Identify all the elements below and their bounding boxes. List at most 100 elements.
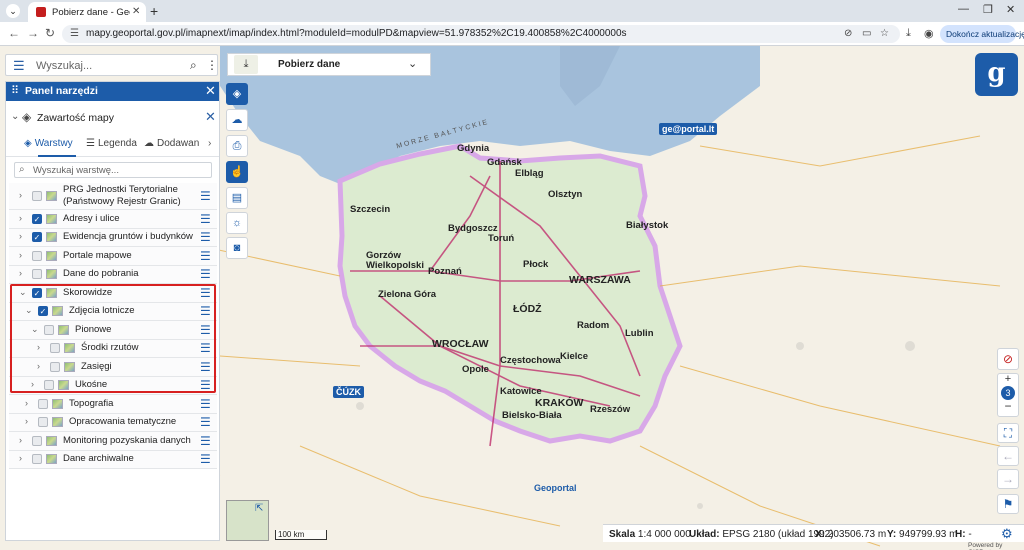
- layer-menu-icon[interactable]: ☰: [200, 189, 211, 203]
- layer-row[interactable]: › Topografia ☰: [9, 395, 217, 414]
- chevron-right-icon[interactable]: ›: [19, 268, 22, 278]
- close-content-icon[interactable]: ✕: [205, 109, 216, 125]
- chevron-right-icon[interactable]: ›: [19, 453, 22, 463]
- hand-tool-icon[interactable]: ☝: [226, 161, 248, 183]
- geoportal-logo[interactable]: g: [975, 53, 1018, 96]
- map-label-zielona-gora: Zielona Góra: [378, 289, 437, 300]
- no-location-icon[interactable]: ⊘: [997, 348, 1019, 370]
- layer-checkbox[interactable]: ✓: [32, 213, 42, 224]
- bookmark-star-icon[interactable]: ☆: [880, 28, 889, 39]
- layer-menu-icon[interactable]: ☰: [200, 267, 211, 281]
- layers-tool-icon[interactable]: ◈: [226, 83, 248, 105]
- tab-add[interactable]: ☁ Dodawan: [144, 138, 202, 149]
- download-dropdown[interactable]: ⤓ Pobierz dane ⌄: [227, 53, 431, 76]
- layer-checkbox[interactable]: [32, 191, 42, 201]
- layer-checkbox[interactable]: [38, 398, 48, 409]
- layer-row[interactable]: › Dane do pobrania ☰: [9, 265, 217, 284]
- hamburger-menu-icon[interactable]: ☰: [13, 58, 25, 74]
- tab-search-icon[interactable]: ⌄: [6, 4, 20, 18]
- layer-row[interactable]: › Opracowania tematyczne ☰: [9, 413, 217, 432]
- back-view-icon[interactable]: ←: [997, 446, 1019, 466]
- favicon-icon: [36, 7, 46, 17]
- layer-search-input[interactable]: ⌕ Wyszukaj warstwę...: [14, 162, 212, 178]
- geoportal-sk-label[interactable]: Geoportal: [534, 483, 577, 493]
- overview-minimap[interactable]: ⇱: [226, 500, 269, 541]
- map-label-gdynia: Gdynia: [457, 143, 490, 154]
- chevron-right-icon[interactable]: ›: [19, 190, 22, 200]
- layer-row[interactable]: › PRG Jednostki Terytorialne (Państwowy R…: [9, 183, 217, 210]
- tab-legend[interactable]: ☰ Legenda: [86, 138, 137, 149]
- translate-icon[interactable]: ⊘: [844, 28, 852, 39]
- chevron-right-icon[interactable]: ›: [19, 435, 22, 445]
- chevron-right-icon[interactable]: ›: [208, 138, 211, 149]
- layer-menu-icon[interactable]: ☰: [200, 249, 211, 263]
- update-button[interactable]: Dokończ aktualizację: [940, 25, 1024, 43]
- crs-readout[interactable]: Układ: EPSG 2180 (układ 1992): [689, 529, 834, 540]
- profile-icon[interactable]: ◉: [924, 27, 934, 40]
- browser-tab[interactable]: Pobierz dane - Geoportal - GU ✕: [28, 2, 146, 22]
- layer-menu-icon[interactable]: ☰: [200, 434, 211, 448]
- layer-row[interactable]: › ✓ Ewidencja gruntów i budynków ☰: [9, 228, 217, 247]
- close-panel-icon[interactable]: ✕: [205, 83, 216, 99]
- search-icon[interactable]: ⌕: [190, 58, 197, 73]
- cuzk-badge[interactable]: ČÚZK: [333, 386, 364, 398]
- cast-icon[interactable]: ▭: [862, 28, 871, 39]
- layer-checkbox[interactable]: [32, 454, 42, 465]
- tab-layers[interactable]: ◈ Warstwy: [24, 138, 73, 149]
- layer-row[interactable]: › Portale mapowe ☰: [9, 247, 217, 266]
- forward-view-icon[interactable]: →: [997, 469, 1019, 489]
- layer-menu-icon[interactable]: ☰: [200, 415, 211, 429]
- tab-close-icon[interactable]: ✕: [132, 6, 140, 17]
- chevron-right-icon[interactable]: ›: [19, 213, 22, 223]
- layer-checkbox[interactable]: [38, 417, 48, 428]
- zoom-in-icon[interactable]: +: [998, 374, 1018, 385]
- layer-menu-icon[interactable]: ☰: [200, 397, 211, 411]
- forward-icon[interactable]: →: [27, 26, 39, 40]
- layer-checkbox[interactable]: [32, 250, 42, 261]
- chevron-right-icon[interactable]: ›: [19, 250, 22, 260]
- map-label-szczecin: Szczecin: [350, 204, 391, 215]
- map-label-warszawa: WARSZAWA: [569, 274, 631, 286]
- clipboard-tool-icon[interactable]: ▤: [226, 187, 248, 209]
- tab-add-label: Dodawan: [157, 138, 200, 149]
- layer-checkbox[interactable]: [32, 269, 42, 280]
- layer-menu-icon[interactable]: ☰: [200, 230, 211, 244]
- new-tab-icon[interactable]: +: [150, 3, 158, 19]
- back-icon[interactable]: ←: [8, 26, 20, 40]
- layer-row[interactable]: › ✓ Adresy i ulice ☰: [9, 210, 217, 229]
- layer-label: Opracowania tematyczne: [69, 416, 177, 428]
- settings-gear-icon[interactable]: ⚙: [1001, 526, 1013, 542]
- geoportal-lt-badge[interactable]: ge@portal.lt: [659, 123, 718, 135]
- chevron-right-icon[interactable]: ›: [25, 398, 28, 408]
- zoom-out-icon[interactable]: −: [998, 400, 1018, 412]
- layer-row[interactable]: › Dane archiwalne ☰: [9, 450, 217, 469]
- person-pin-icon[interactable]: ⚑: [997, 494, 1019, 514]
- search-input[interactable]: Wyszukaj...: [36, 60, 92, 72]
- close-window-icon[interactable]: ✕: [1006, 3, 1015, 16]
- minimize-icon[interactable]: —: [958, 3, 969, 15]
- download-icon[interactable]: ⤓: [906, 27, 911, 40]
- fullscreen-icon[interactable]: ⛶: [997, 423, 1019, 443]
- print-tool-icon[interactable]: ⎙: [226, 135, 248, 157]
- layer-menu-icon[interactable]: ☰: [200, 212, 211, 226]
- chevron-right-icon[interactable]: ›: [19, 231, 22, 241]
- reload-icon[interactable]: ↻: [45, 26, 55, 40]
- layer-menu-icon[interactable]: ☰: [200, 452, 211, 466]
- chevron-right-icon[interactable]: ›: [25, 416, 28, 426]
- expand-minimap-icon[interactable]: ⇱: [255, 503, 263, 514]
- layer-checkbox[interactable]: ✓: [32, 232, 42, 243]
- layer-thumbnail-icon: [46, 269, 57, 280]
- chevron-down-icon[interactable]: ⌄: [11, 111, 19, 122]
- layer-row[interactable]: › Monitoring pozyskania danych ☰: [9, 432, 217, 451]
- sun-tool-icon[interactable]: ☼: [226, 212, 248, 234]
- more-vertical-icon[interactable]: ⋮: [206, 58, 218, 72]
- map-content-header[interactable]: ⌄ ◈ Zawartość mapy ✕: [6, 109, 219, 127]
- layers-icon: ◈: [24, 138, 32, 149]
- chevron-down-icon[interactable]: ⌄: [408, 57, 417, 70]
- layer-checkbox[interactable]: [32, 435, 42, 446]
- address-bar[interactable]: ☰ mapy.geoportal.gov.pl/imapnext/imap/in…: [62, 25, 900, 43]
- restore-icon[interactable]: ❐: [983, 3, 993, 16]
- camera-tool-icon[interactable]: ◙: [226, 237, 248, 259]
- cloud-tool-icon[interactable]: ☁: [226, 109, 248, 131]
- site-info-icon[interactable]: ☰: [70, 28, 79, 39]
